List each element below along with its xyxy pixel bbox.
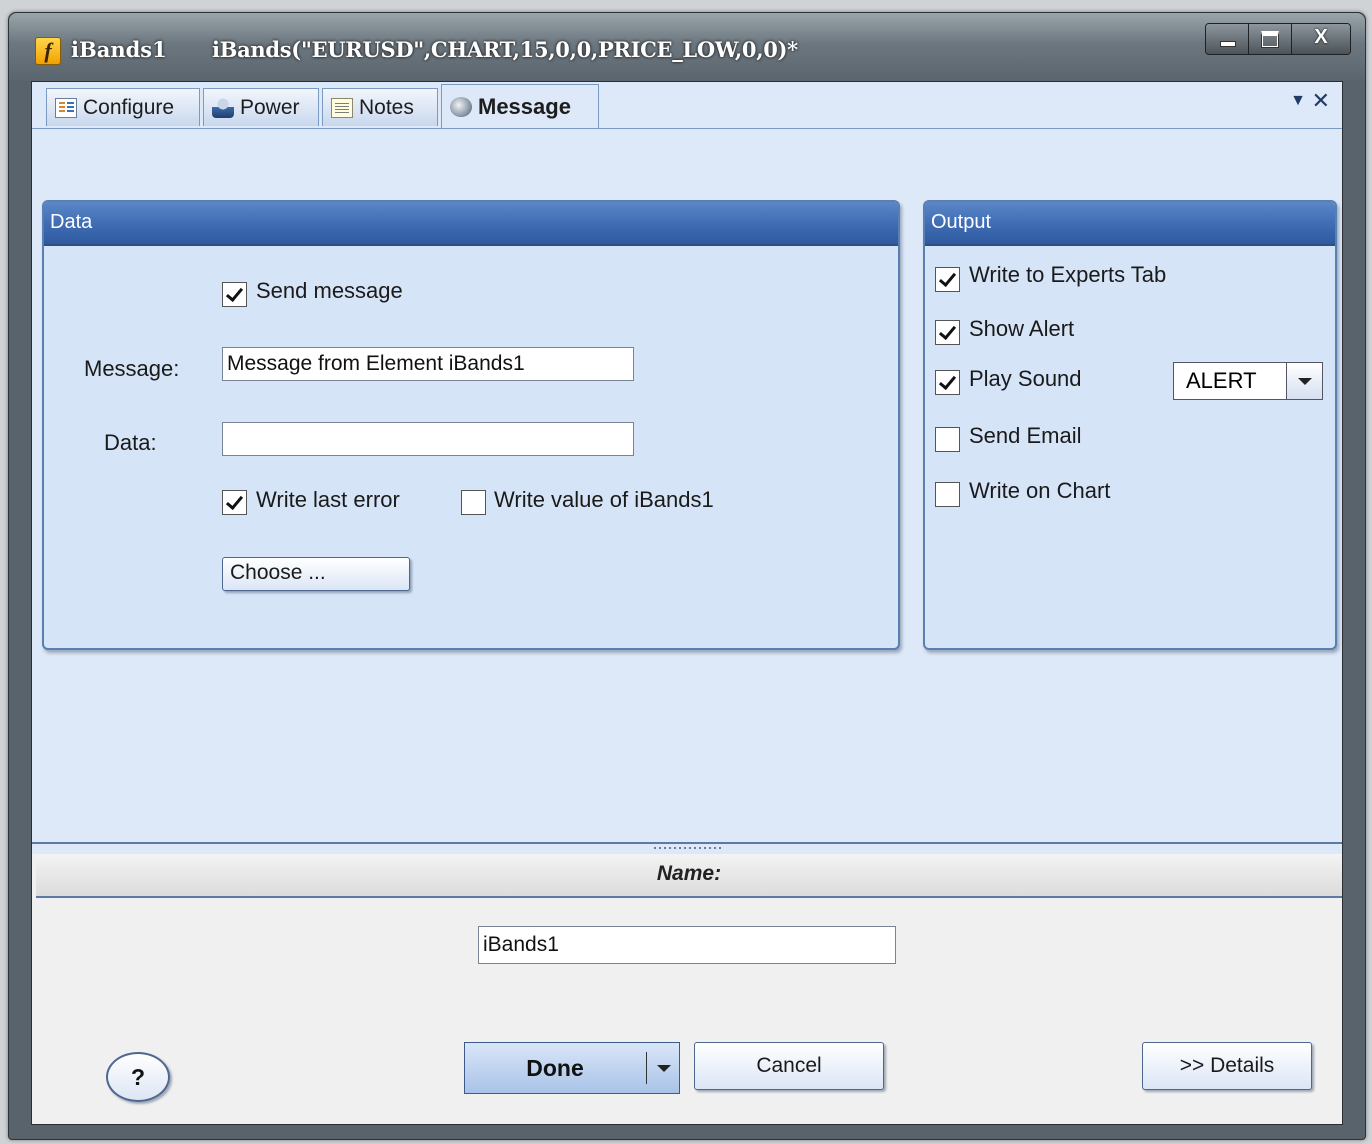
dialog-window: f iBands1 iBands("EURUSD",CHART,15,0,0,P… xyxy=(8,12,1366,1140)
send-message-checkbox[interactable] xyxy=(222,282,247,307)
tab-message[interactable]: Message xyxy=(441,84,599,128)
send-email-checkbox[interactable] xyxy=(935,427,960,452)
output-panel-title: Output xyxy=(925,202,1335,246)
message-icon xyxy=(450,96,472,117)
close-icon: X xyxy=(1314,26,1328,48)
done-button[interactable]: Done xyxy=(464,1042,680,1094)
tab-message-label: Message xyxy=(478,93,571,119)
splitter[interactable] xyxy=(32,842,1342,854)
window-title-name: iBands1 xyxy=(71,37,167,62)
splitter-grip[interactable] xyxy=(654,847,724,849)
show-alert-checkbox[interactable] xyxy=(935,320,960,345)
sound-select-value: ALERT xyxy=(1186,368,1257,393)
tab-strip: Configure Power Notes Message ▼ ✕ xyxy=(32,82,1342,129)
done-button-label: Done xyxy=(526,1055,584,1081)
details-button[interactable]: >> Details xyxy=(1142,1042,1312,1090)
configure-icon xyxy=(55,97,77,118)
close-window-button[interactable]: X xyxy=(1291,24,1350,54)
choose-button[interactable]: Choose ... xyxy=(222,557,410,591)
message-label: Message: xyxy=(84,356,180,381)
write-experts-label: Write to Experts Tab xyxy=(969,262,1167,287)
bottom-pane: Name: iBands1 ? Done Cancel >> Details xyxy=(32,854,1342,1124)
sound-select[interactable]: ALERT xyxy=(1173,362,1323,400)
cancel-button[interactable]: Cancel xyxy=(694,1042,884,1090)
send-email-label: Send Email xyxy=(969,423,1082,448)
power-icon xyxy=(212,97,234,118)
send-message-label: Send message xyxy=(256,278,403,303)
notes-icon xyxy=(331,97,353,118)
tab-configure-label: Configure xyxy=(83,95,175,119)
title-bar[interactable]: f iBands1 iBands("EURUSD",CHART,15,0,0,P… xyxy=(9,13,1365,81)
window-title-formula: iBands("EURUSD",CHART,15,0,0,PRICE_LOW,0… xyxy=(212,37,798,62)
data-panel-title: Data xyxy=(44,202,898,246)
tab-dropdown-icon[interactable]: ▼ xyxy=(1290,92,1306,110)
name-input[interactable]: iBands1 xyxy=(478,926,896,964)
chevron-down-icon[interactable] xyxy=(1286,363,1322,399)
function-icon: f xyxy=(35,37,61,65)
message-input[interactable]: Message from Element iBands1 xyxy=(222,347,634,381)
help-button[interactable]: ? xyxy=(106,1052,170,1102)
write-last-error-checkbox[interactable] xyxy=(222,490,247,515)
tab-power-label: Power xyxy=(240,95,300,119)
tab-notes-label: Notes xyxy=(359,95,414,119)
name-header: Name: xyxy=(36,854,1342,898)
tab-notes[interactable]: Notes xyxy=(322,88,438,126)
dialog-client-area: Configure Power Notes Message ▼ ✕ Data S… xyxy=(31,81,1343,1125)
tab-close-icon[interactable]: ✕ xyxy=(1312,88,1330,114)
data-label: Data: xyxy=(104,430,157,455)
data-panel: Data Send message Message: Message from … xyxy=(42,200,900,650)
write-value-checkbox[interactable] xyxy=(461,490,486,515)
data-input[interactable] xyxy=(222,422,634,456)
play-sound-checkbox[interactable] xyxy=(935,370,960,395)
output-panel: Output Write to Experts Tab Show Alert P… xyxy=(923,200,1337,650)
tab-power[interactable]: Power xyxy=(203,88,319,126)
done-dropdown-icon[interactable] xyxy=(647,1043,680,1093)
show-alert-label: Show Alert xyxy=(969,316,1075,341)
maximize-button[interactable] xyxy=(1248,24,1291,54)
play-sound-label: Play Sound xyxy=(969,366,1082,391)
minimize-button[interactable] xyxy=(1206,24,1248,54)
write-chart-checkbox[interactable] xyxy=(935,482,960,507)
write-value-label: Write value of iBands1 xyxy=(494,487,714,512)
write-last-error-label: Write last error xyxy=(256,487,400,512)
caption-buttons: X xyxy=(1205,23,1351,55)
write-experts-checkbox[interactable] xyxy=(935,267,960,292)
tab-configure[interactable]: Configure xyxy=(46,88,200,126)
write-chart-label: Write on Chart xyxy=(969,478,1111,503)
